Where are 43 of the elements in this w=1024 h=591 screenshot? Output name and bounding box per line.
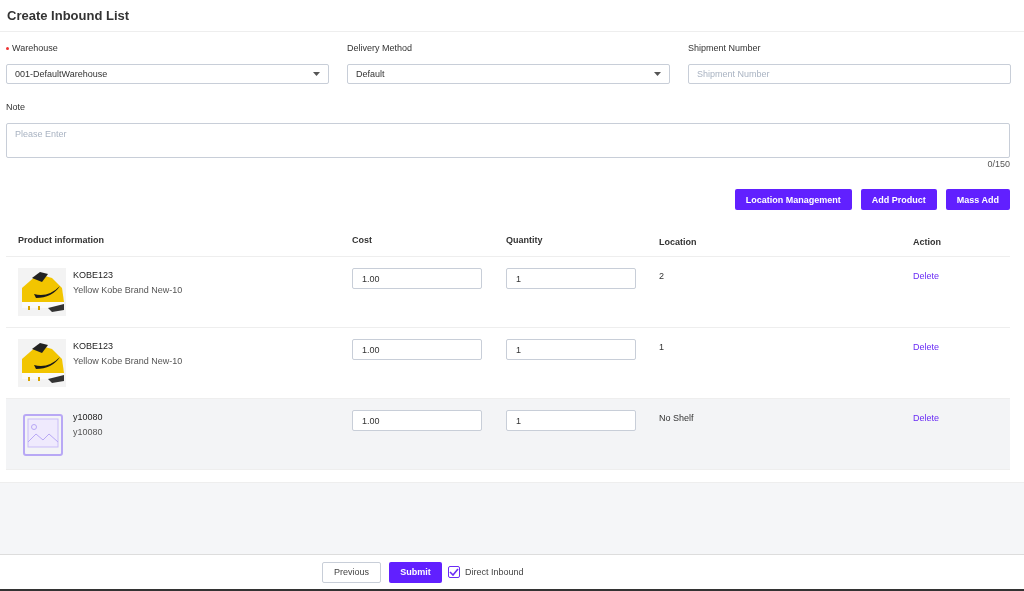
delete-link[interactable]: Delete bbox=[913, 342, 939, 352]
location-text: 2 bbox=[659, 271, 664, 281]
column-header: Action bbox=[912, 235, 942, 247]
product-sku: KOBE123 bbox=[73, 270, 115, 280]
action-button[interactable]: Add Product bbox=[860, 189, 937, 210]
column-header: Product information bbox=[17, 235, 105, 245]
product-name: y10080 bbox=[73, 427, 103, 437]
delete-link[interactable]: Delete bbox=[913, 271, 939, 281]
action-button[interactable]: Mass Add bbox=[945, 189, 1010, 210]
column-header: Cost bbox=[351, 235, 373, 245]
submit-button[interactable]: Submit bbox=[389, 561, 442, 583]
table-row[interactable]: y10080 y10080 1.00 1 No Shelf Delete bbox=[6, 399, 1010, 470]
caret-icon bbox=[313, 72, 320, 76]
column-header: Location bbox=[658, 235, 698, 247]
column-header: Quantity bbox=[505, 235, 544, 245]
checkbox-label: Direct Inbound bbox=[465, 567, 524, 577]
product-sku: KOBE123 bbox=[73, 341, 115, 351]
delete-link[interactable]: Delete bbox=[913, 413, 939, 423]
field-label: Delivery Method bbox=[347, 43, 413, 53]
delivery-method-select[interactable]: Default bbox=[347, 64, 670, 84]
cost-field[interactable]: 1.00 bbox=[352, 410, 482, 431]
previous-button[interactable]: Previous bbox=[322, 561, 381, 583]
location-text: 1 bbox=[659, 342, 664, 352]
quantity-field[interactable]: 1 bbox=[506, 268, 636, 289]
product-name: Yellow Kobe Brand New-10 bbox=[73, 285, 183, 295]
action-button[interactable]: Location Management bbox=[734, 189, 852, 210]
product-name: Yellow Kobe Brand New-10 bbox=[73, 356, 183, 366]
cost-field[interactable]: 1.00 bbox=[352, 339, 482, 360]
quantity-field[interactable]: 1 bbox=[506, 339, 636, 360]
field-label: Note bbox=[6, 102, 25, 112]
page-title: Create Inbound List bbox=[7, 8, 130, 23]
character-counter: 0/150 bbox=[987, 159, 1010, 169]
caret-icon bbox=[654, 72, 661, 76]
product-sku: y10080 bbox=[73, 412, 103, 422]
shipment-number-field[interactable]: Shipment Number bbox=[688, 64, 1011, 84]
cost-field[interactable]: 1.00 bbox=[352, 268, 482, 289]
warehouse-select[interactable]: 001-DefaultWarehouse bbox=[6, 64, 329, 84]
location-text: No Shelf bbox=[659, 413, 694, 423]
quantity-field[interactable]: 1 bbox=[506, 410, 636, 431]
note-field[interactable]: Please Enter bbox=[6, 123, 1010, 158]
checkbox[interactable] bbox=[448, 566, 460, 578]
field-label: Warehouse bbox=[12, 43, 58, 53]
field-label: Shipment Number bbox=[688, 43, 761, 53]
